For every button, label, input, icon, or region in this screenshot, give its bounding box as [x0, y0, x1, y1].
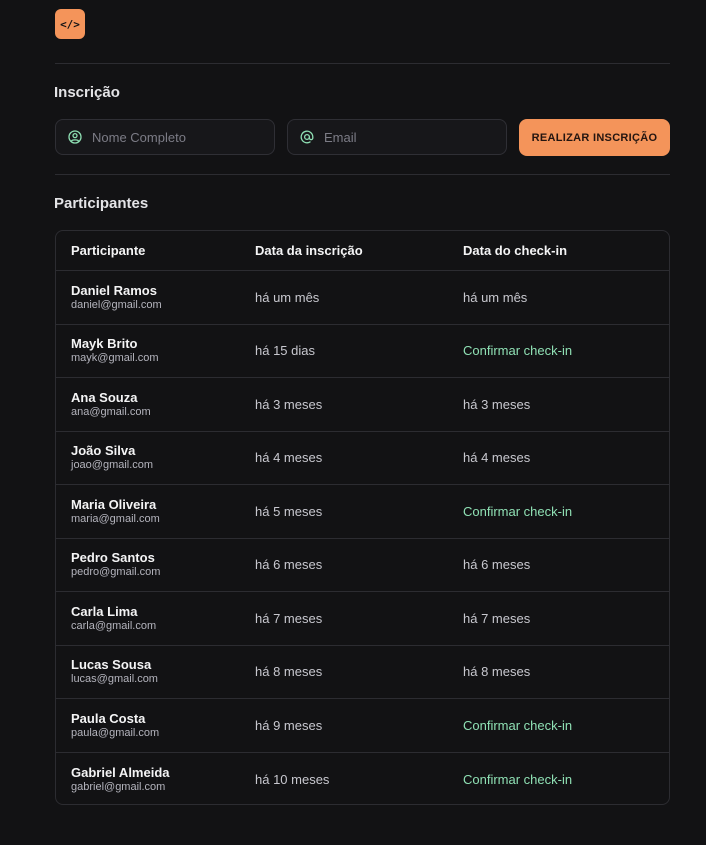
page: </> Inscrição REALIZAR INSCRIÇÃO Partici…: [0, 0, 706, 845]
participant-name: Pedro Santos: [71, 550, 155, 566]
participant-email: paula@gmail.com: [71, 726, 160, 739]
participant-name: Carla Lima: [71, 603, 138, 619]
participant-name: Paula Costa: [71, 710, 146, 726]
header-participant: Participante: [71, 243, 146, 258]
top-divider: [55, 63, 670, 64]
at-sign-icon: [300, 130, 314, 144]
table-row: Carla Lima carla@gmail.com há 7 meses há 7 …: [56, 592, 669, 646]
participant-cell: Gabriel Almeida gabriel@gmail.com: [56, 765, 255, 794]
subscription-date: há 4 meses: [255, 450, 323, 466]
participant-email: maria@gmail.com: [71, 512, 160, 525]
participant-cell: Lucas Sousa lucas@gmail.com: [56, 657, 255, 686]
participant-cell: Carla Lima carla@gmail.com: [56, 604, 255, 633]
participant-name: Mayk Brito: [71, 336, 138, 352]
middle-divider: [55, 174, 670, 175]
participant-email: lucas@gmail.com: [71, 673, 158, 686]
confirm-checkin-button[interactable]: Confirmar check-in: [463, 343, 669, 358]
table-row: Ana Souza ana@gmail.com há 3 meses há 3 mes…: [56, 378, 669, 432]
subscription-date: há 3 meses: [255, 396, 323, 412]
checkin-date: há 7 meses: [463, 610, 531, 626]
table-row: Paula Costa paula@gmail.com há 9 meses Conf…: [56, 699, 669, 753]
participant-name: Ana Souza: [71, 389, 138, 405]
participant-email: pedro@gmail.com: [71, 566, 161, 579]
participant-email: mayk@gmail.com: [71, 352, 159, 365]
participant-cell: João Silva joao@gmail.com: [56, 443, 255, 472]
participants-table: Participante Data da inscrição Data do c…: [55, 230, 670, 805]
participant-cell: Paula Costa paula@gmail.com: [56, 711, 255, 740]
participant-cell: Maria Oliveira maria@gmail.com: [56, 497, 255, 526]
participant-cell: Pedro Santos pedro@gmail.com: [56, 550, 255, 579]
subscription-date: há 5 meses: [255, 503, 323, 519]
subscription-date: há 7 meses: [255, 610, 323, 626]
participant-email: carla@gmail.com: [71, 619, 157, 632]
name-field[interactable]: [55, 119, 275, 155]
table-header: Participante Data da inscrição Data do c…: [56, 231, 669, 271]
email-input[interactable]: [324, 129, 484, 145]
subscription-date: há 8 meses: [255, 664, 323, 680]
user-circle-icon: [68, 130, 82, 144]
participant-name: João Silva: [71, 443, 136, 459]
participant-cell: Mayk Brito mayk@gmail.com: [56, 336, 255, 365]
checkin-date: há 8 meses: [463, 664, 531, 680]
participant-name: Maria Oliveira: [71, 496, 157, 512]
checkin-date: há 4 meses: [463, 450, 531, 466]
subscription-date: há 10 meses: [255, 771, 330, 787]
participant-email: joao@gmail.com: [71, 459, 154, 472]
header-checkin-date: Data do check-in: [463, 243, 568, 258]
participant-cell: Ana Souza ana@gmail.com: [56, 390, 255, 419]
table-row: João Silva joao@gmail.com há 4 meses há 4 m…: [56, 432, 669, 485]
checkin-date: há 6 meses: [463, 557, 531, 573]
table-row: Maria Oliveira maria@gmail.com há 5 meses C…: [56, 485, 669, 539]
table-row: Gabriel Almeida gabriel@gmail.com há 10 me…: [56, 753, 669, 805]
participant-email: daniel@gmail.com: [71, 298, 162, 311]
table-row: Daniel Ramos daniel@gmail.com há um mês há …: [56, 271, 669, 325]
table-row: Mayk Brito mayk@gmail.com há 15 dias Confir…: [56, 325, 669, 378]
submit-registration-button[interactable]: REALIZAR INSCRIÇÃO: [519, 119, 670, 156]
participant-email: ana@gmail.com: [71, 405, 151, 418]
participants-title: Participantes: [54, 195, 149, 212]
checkin-date: há 3 meses: [463, 396, 531, 412]
code-logo-icon[interactable]: </>: [55, 9, 85, 39]
subscription-date: há 15 dias: [255, 343, 315, 359]
subscription-date: há 9 meses: [255, 717, 323, 733]
table-row: Lucas Sousa lucas@gmail.com há 8 meses há 8…: [56, 646, 669, 699]
table-row: Pedro Santos pedro@gmail.com há 6 meses há …: [56, 539, 669, 592]
confirm-checkin-button[interactable]: Confirmar check-in: [463, 504, 669, 519]
subscription-date: há um mês: [255, 289, 320, 305]
participant-name: Daniel Ramos: [71, 282, 157, 298]
name-input[interactable]: [92, 129, 252, 145]
confirm-checkin-button[interactable]: Confirmar check-in: [463, 718, 669, 733]
participant-name: Gabriel Almeida: [71, 764, 170, 780]
form-title: Inscrição: [54, 84, 120, 101]
participant-cell: Daniel Ramos daniel@gmail.com: [56, 283, 255, 312]
header-subscription-date: Data da inscrição: [255, 243, 363, 258]
participant-email: gabriel@gmail.com: [71, 780, 166, 793]
table-body: Daniel Ramos daniel@gmail.com há um mês há …: [56, 271, 669, 805]
confirm-checkin-button[interactable]: Confirmar check-in: [463, 772, 669, 787]
email-field[interactable]: [287, 119, 507, 155]
subscription-date: há 6 meses: [255, 557, 323, 573]
participant-name: Lucas Sousa: [71, 657, 152, 673]
checkin-date: há um mês: [463, 289, 528, 305]
